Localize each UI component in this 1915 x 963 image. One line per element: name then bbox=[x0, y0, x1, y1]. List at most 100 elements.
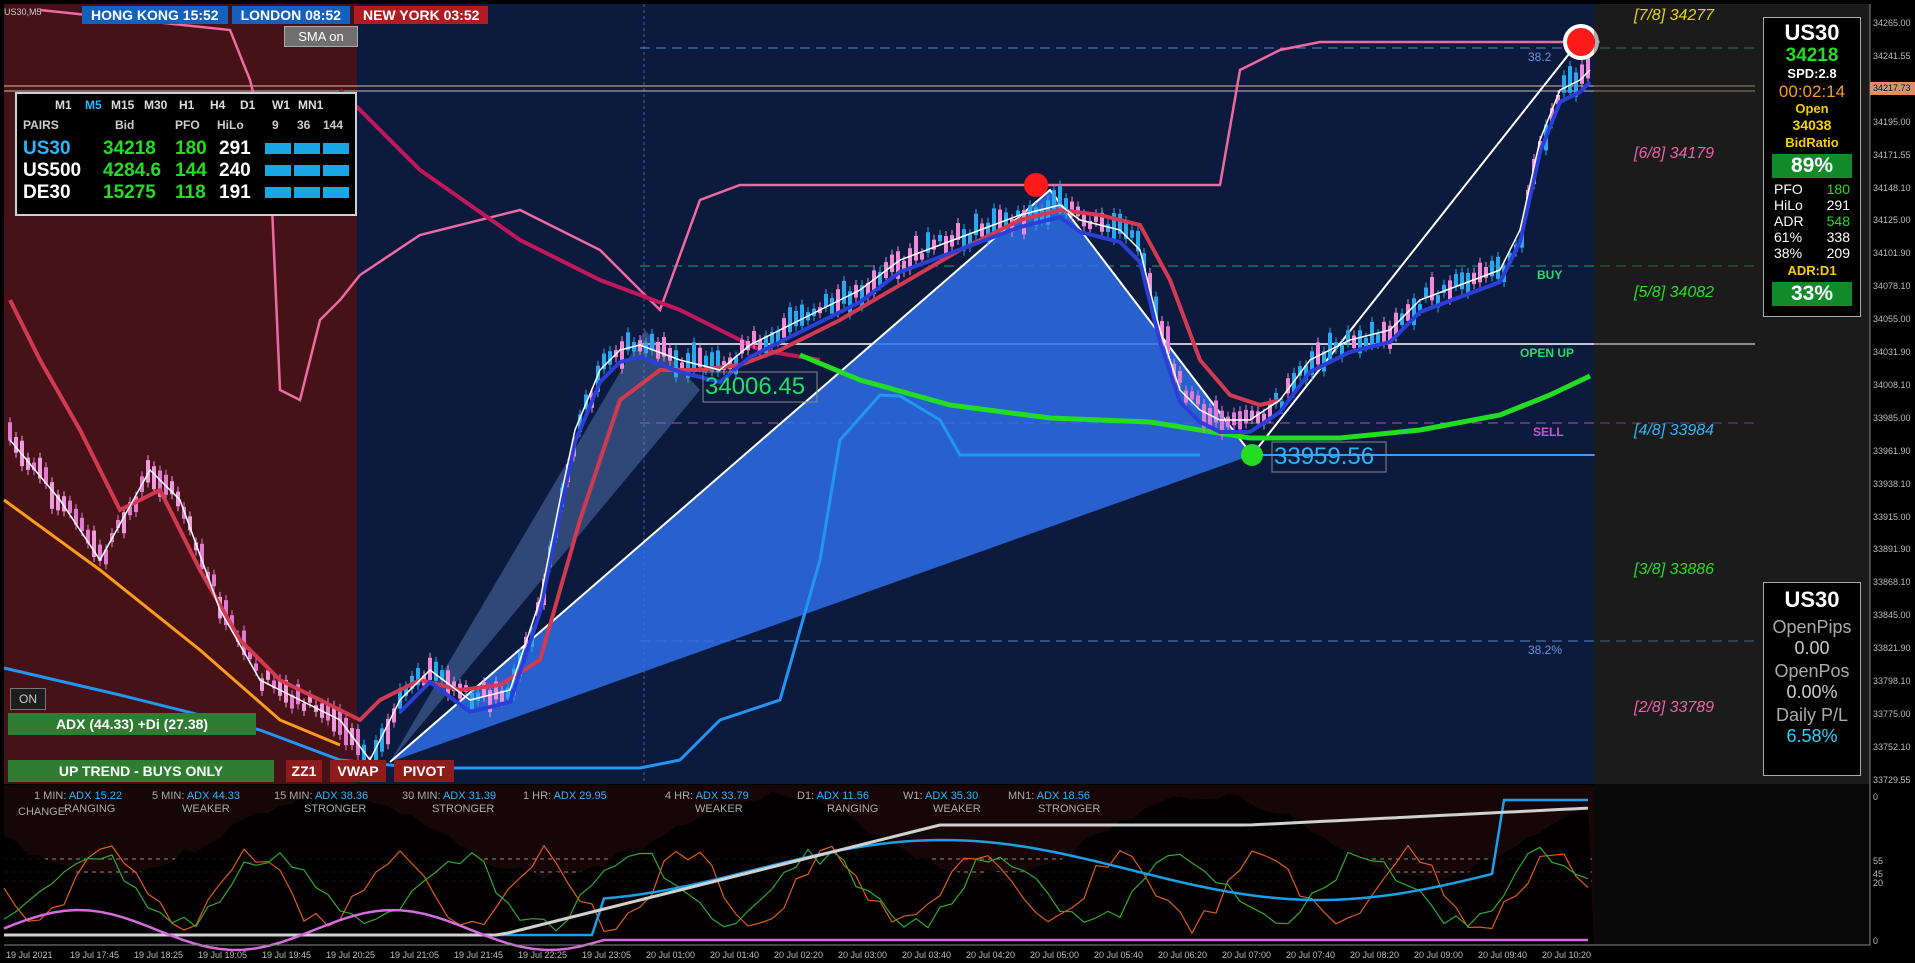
candle bbox=[1028, 205, 1032, 216]
fib-level-3-8: [3/8] 33886 bbox=[1634, 561, 1715, 578]
candle bbox=[1478, 262, 1482, 283]
price-tick: 34148.10 bbox=[1873, 182, 1911, 193]
on-toggle-button[interactable]: ON bbox=[10, 688, 46, 710]
price-tick: 33821.90 bbox=[1873, 643, 1911, 654]
adx-tf-label: 30 MIN: bbox=[402, 790, 443, 802]
table-row[interactable]: DE30 15275 118 191 bbox=[17, 182, 355, 204]
adx-tf-value: ADX 35.30 bbox=[925, 790, 979, 802]
adx-tf-value: ADX 44.33 bbox=[186, 790, 241, 802]
candle bbox=[428, 657, 432, 681]
candle bbox=[50, 482, 54, 509]
adx-tf-value: ADX 31.39 bbox=[442, 790, 497, 802]
adx-tf-value: ADX 11.56 bbox=[816, 790, 869, 802]
stat-key: HiLo bbox=[1774, 197, 1803, 213]
price-tick: 33985.00 bbox=[1873, 412, 1911, 423]
adx-tf-label: MN1: bbox=[1008, 790, 1037, 802]
adx-tf-state: WEAKER bbox=[695, 803, 743, 815]
vwap-button[interactable]: VWAP bbox=[330, 760, 386, 782]
tf-m30[interactable]: M30 bbox=[144, 98, 167, 112]
candle bbox=[944, 236, 948, 255]
price-tick: 34241.55 bbox=[1873, 50, 1911, 61]
table-row[interactable]: US30 34218 180 291 bbox=[17, 138, 355, 160]
candle bbox=[1130, 230, 1134, 238]
candle bbox=[842, 280, 846, 304]
adx-tf-state: STRONGER bbox=[432, 803, 495, 815]
pos-symbol: US30 bbox=[1784, 587, 1840, 612]
adx-tf-state: STRONGER bbox=[1038, 803, 1101, 815]
time-tick: 20 Jul 09:00 bbox=[1414, 950, 1464, 960]
pos-openpips-label: OpenPips bbox=[1772, 617, 1852, 637]
pos-openpips-value: 0.00 bbox=[1794, 638, 1830, 658]
adx-tf-label: 4 HR: bbox=[665, 790, 696, 802]
tf-h4[interactable]: H4 bbox=[210, 98, 225, 112]
stat-value: 338 bbox=[1826, 229, 1850, 245]
zz-high-marker bbox=[1024, 173, 1048, 197]
fib-level-7-8: [7/8] 34277 bbox=[1634, 7, 1715, 24]
tf-m1[interactable]: M1 bbox=[55, 98, 72, 112]
candle bbox=[1316, 342, 1320, 365]
time-tick: 20 Jul 05:40 bbox=[1094, 950, 1144, 960]
price-tick: 34125.00 bbox=[1873, 215, 1911, 226]
price-tick: 33752.10 bbox=[1873, 741, 1911, 752]
info-open-value: 34038 bbox=[1792, 117, 1832, 133]
candle bbox=[1460, 272, 1464, 290]
sell-line-tag: SELL bbox=[1533, 425, 1564, 439]
candle bbox=[1352, 335, 1356, 349]
adx-timeframe: MN1: ADX 18.56 STRONGER bbox=[1008, 790, 1100, 815]
position-panel: US30 OpenPips 0.00 OpenPos 0.00% Daily P… bbox=[1763, 582, 1861, 776]
trend-bars bbox=[265, 143, 349, 154]
candle bbox=[1586, 57, 1590, 79]
pivot-button[interactable]: PIVOT bbox=[394, 760, 454, 782]
sma-toggle-button[interactable]: SMA on bbox=[284, 26, 358, 47]
candle bbox=[1424, 287, 1428, 298]
pair-name: US30 bbox=[23, 138, 71, 159]
table-row[interactable]: US500 4284.6 144 240 bbox=[17, 160, 355, 182]
candle bbox=[344, 717, 348, 746]
pfo-value: 144 bbox=[175, 160, 207, 181]
tf-w1[interactable]: W1 bbox=[272, 98, 290, 112]
price-tick: 33891.90 bbox=[1873, 544, 1911, 555]
tf-m15[interactable]: M15 bbox=[111, 98, 134, 112]
trend-bars bbox=[265, 187, 349, 198]
candle bbox=[1568, 66, 1572, 93]
price-tick: 34055.00 bbox=[1873, 314, 1911, 325]
time-tick: 20 Jul 02:20 bbox=[774, 950, 824, 960]
time-tick: 20 Jul 10:20 bbox=[1542, 950, 1592, 960]
adx-tf-state: RANGING bbox=[64, 803, 116, 815]
info-bidratio-value: 89% bbox=[1772, 154, 1852, 178]
buy-line-tag: BUY bbox=[1537, 268, 1563, 282]
pfo-value: 118 bbox=[175, 182, 206, 203]
time-tick: 20 Jul 03:00 bbox=[838, 950, 888, 960]
time-tick: 20 Jul 03:40 bbox=[902, 950, 952, 960]
bid-value: 4284.6 bbox=[103, 160, 162, 181]
hilo-value: 240 bbox=[219, 160, 251, 181]
tf-d1[interactable]: D1 bbox=[240, 98, 255, 112]
stat-value: 180 bbox=[1826, 181, 1850, 197]
adx-tf-value: ADX 33.79 bbox=[695, 790, 749, 802]
candle bbox=[1430, 276, 1434, 301]
adx-tf-label: W1: bbox=[903, 790, 926, 802]
price-tick: 34195.00 bbox=[1873, 116, 1911, 127]
tf-h1[interactable]: H1 bbox=[179, 98, 194, 112]
col-36: 36 bbox=[297, 118, 311, 132]
fib-level-6-8: [6/8] 34179 bbox=[1634, 145, 1715, 162]
stat-row: 38% 209 bbox=[1764, 245, 1860, 261]
hilo-value: 291 bbox=[219, 138, 251, 159]
fib-bottom-tag: 38.2% bbox=[1528, 643, 1563, 657]
adx-tf-state: WEAKER bbox=[182, 803, 230, 815]
col-pairs: PAIRS bbox=[23, 118, 59, 132]
hilo-value: 191 bbox=[219, 182, 251, 203]
candle bbox=[830, 297, 834, 314]
adx-tf-label: 1 MIN: bbox=[34, 790, 69, 802]
price-tick: 33961.90 bbox=[1873, 445, 1911, 456]
adx-tick: 0 bbox=[1873, 936, 1879, 946]
time-tick: 19 Jul 19:05 bbox=[198, 950, 248, 960]
tf-mn1[interactable]: MN1 bbox=[298, 98, 323, 112]
candle bbox=[788, 307, 792, 333]
price-tick: 34171.55 bbox=[1873, 149, 1911, 160]
tf-m5[interactable]: M5 bbox=[85, 98, 102, 112]
pair-name: US500 bbox=[23, 160, 82, 181]
zz-low-marker bbox=[1241, 444, 1263, 466]
zz1-button[interactable]: ZZ1 bbox=[286, 760, 322, 782]
price-tick: 33868.10 bbox=[1873, 577, 1911, 588]
